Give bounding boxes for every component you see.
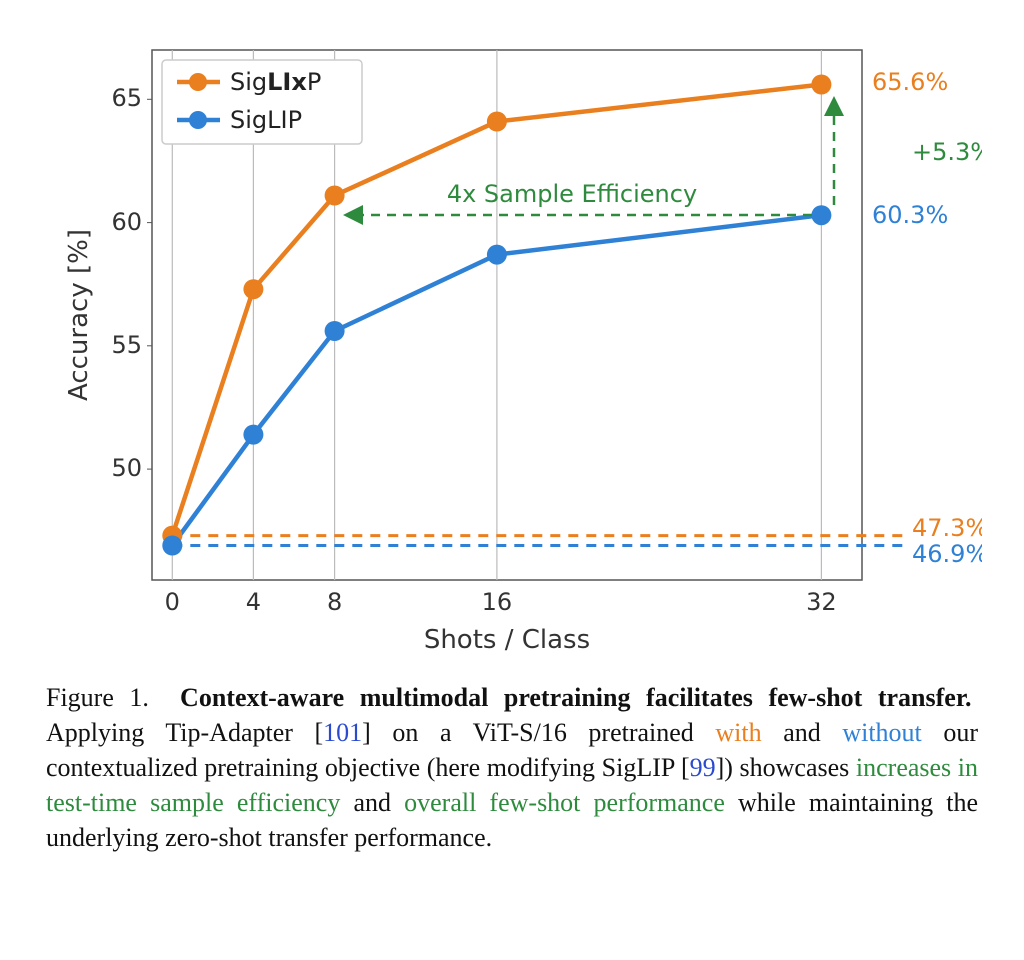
caption-with: with <box>715 718 761 747</box>
legend-siglixp: SigLIxP <box>230 68 321 96</box>
caption-green2: overall few-shot performance <box>404 788 725 817</box>
xtick-8: 8 <box>327 588 342 616</box>
xtick-4: 4 <box>246 588 261 616</box>
caption-fig-label: Figure 1. <box>46 683 149 712</box>
caption-t3: and <box>762 718 843 747</box>
y-axis-label: Accuracy [%] <box>64 229 94 401</box>
legend: SigLIxP SigLIP <box>162 60 362 144</box>
delta-text: +5.3% <box>912 138 982 166</box>
x-ticks: 0 4 8 16 32 <box>165 588 837 616</box>
figure-container: 50 55 60 65 0 4 8 16 32 Shots / Class Ac… <box>22 20 1002 855</box>
chart-svg: 50 55 60 65 0 4 8 16 32 Shots / Class Ac… <box>42 20 982 660</box>
caption-without: without <box>842 718 921 747</box>
chart: 50 55 60 65 0 4 8 16 32 Shots / Class Ac… <box>42 20 982 660</box>
caption-title: Context-aware multimodal pretraining fac… <box>180 683 971 712</box>
ytick-55: 55 <box>111 331 142 359</box>
caption-t6: and <box>340 788 404 817</box>
ytick-50: 50 <box>111 454 142 482</box>
plot-area: 50 55 60 65 0 4 8 16 32 Shots / Class Ac… <box>64 50 982 655</box>
efficiency-text: 4x Sample Efficiency <box>447 180 697 208</box>
caption-t1: Applying Tip-Adapter [ <box>46 718 323 747</box>
ytick-60: 60 <box>111 208 142 236</box>
baseline-blue-label: 46.9% <box>912 540 982 568</box>
xtick-0: 0 <box>165 588 180 616</box>
y-ticks: 50 55 60 65 <box>111 84 152 482</box>
top-value-label: 65.6% <box>872 68 948 96</box>
xtick-16: 16 <box>482 588 513 616</box>
bottom-value-label: 60.3% <box>872 201 948 229</box>
ytick-65: 65 <box>111 84 142 112</box>
caption-t2: ] on a ViT-S/16 pretrained <box>362 718 715 747</box>
caption-t5: ]) showcases <box>716 753 856 782</box>
caption-ref2: 99 <box>690 753 716 782</box>
legend-siglip: SigLIP <box>230 106 302 134</box>
figure-caption: Figure 1. Context-aware multimodal pretr… <box>22 670 1002 855</box>
caption-ref1: 101 <box>323 718 362 747</box>
x-axis-label: Shots / Class <box>424 625 590 655</box>
baseline-orange-label: 47.3% <box>912 514 982 542</box>
xtick-32: 32 <box>806 588 837 616</box>
